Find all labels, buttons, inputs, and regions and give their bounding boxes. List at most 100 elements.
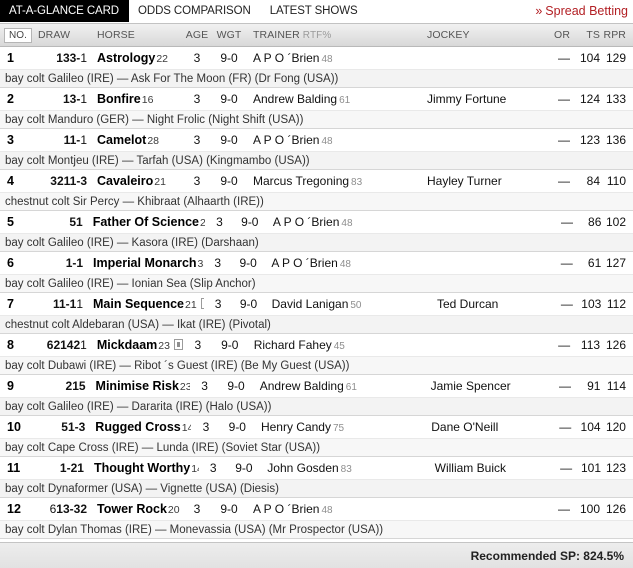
runner-horse-cell: Bonfire16 — [94, 92, 182, 106]
runner-rpr: 112 — [606, 297, 627, 311]
runner-rpr: 102 — [605, 215, 626, 229]
runner-draw-form: 613-32 — [32, 502, 94, 516]
jockey-name-link[interactable]: Hayley Turner — [427, 174, 502, 188]
runner-pedigree-line: bay colt Dubawi (IRE) — Ribot ´s Guest (… — [0, 356, 633, 374]
runner-trainer-cell: Marcus Tregoning 83 — [246, 174, 426, 188]
table-row[interactable]: 8 621421 Mickdaam23 3 9-0 Richard Fahey 45—113… — [0, 334, 633, 375]
runner-draw-form: 621421 — [32, 338, 94, 352]
draw-form-bold: 11- — [63, 133, 81, 147]
table-row[interactable]: 12 613-32 Tower Rock20 3 9-0 A P O ´Brien 48—1… — [0, 498, 633, 539]
recommended-sp-label: Recommended SP: 824.5% — [470, 548, 624, 563]
trainer-rtf-pct: 48 — [321, 54, 333, 65]
horse-name-link[interactable]: Cavaleiro — [97, 174, 153, 188]
table-row[interactable]: 111-21Thought Worthy1439-0John Gosden83W… — [0, 457, 633, 498]
runner-number: 11 — [7, 461, 21, 475]
horse-name-link[interactable]: Imperial Monarch — [93, 256, 197, 270]
spread-betting-link[interactable]: » Spread Betting — [535, 0, 633, 22]
column-header-rpr[interactable]: RPR — [600, 29, 633, 41]
runner-draw-form: 1-1 — [31, 256, 90, 270]
trainer-rtf-pct: 61 — [339, 95, 351, 106]
column-header-draw[interactable]: DRAW — [32, 29, 94, 41]
runner-draw-form: 13-1 — [32, 92, 94, 106]
horse-name-link[interactable]: Father Of Science — [93, 215, 199, 229]
jockey-name-link[interactable]: Jamie Spencer — [431, 379, 511, 393]
runner-or: — — [558, 133, 570, 147]
table-row[interactable]: 1 133-1 Astrology22 3 9-0 A P O ´Brien 48—104 1… — [0, 47, 633, 88]
days-since-run: 14 — [191, 463, 199, 475]
jockey-name-link[interactable]: Dane O'Neill — [431, 420, 498, 434]
table-row[interactable]: 9 215 Minimise Risk23 3 9-0 Andrew Balding 61 J… — [0, 375, 633, 416]
column-header-trainer-label: TRAINER — [253, 29, 300, 41]
runner-age: 3 — [193, 174, 201, 188]
column-header-or[interactable]: OR — [536, 29, 570, 41]
runner-rpr: 120 — [605, 420, 626, 434]
trainer-name-link[interactable]: A P O ´Brien — [253, 133, 319, 147]
draw-form-bold: 215 — [65, 379, 86, 393]
runner-rpr: 136 — [605, 133, 626, 147]
runner-age: 3 — [193, 502, 201, 516]
trainer-name-link[interactable]: A P O ´Brien — [271, 256, 337, 270]
runner-ts: 103 — [581, 297, 602, 311]
table-row[interactable]: 3 11-1 Camelot28 3 9-0 A P O ´Brien 48—123 136 b… — [0, 129, 633, 170]
table-row[interactable]: 6 1-1 Imperial Monarch35 3 9-0 A P O ´Brien48… — [0, 252, 633, 293]
runner-ts: 84 — [586, 174, 600, 188]
runner-trainer-cell: Andrew Balding 61 — [253, 379, 430, 393]
column-header-trainer[interactable]: TRAINER RTF% — [246, 29, 426, 41]
runner-age: 3 — [193, 51, 201, 65]
runner-or: — — [561, 215, 573, 229]
runner-horse-cell: Imperial Monarch35 — [90, 256, 203, 270]
tab-at-a-glance-card[interactable]: AT-A-GLANCE CARD — [0, 0, 130, 22]
runner-draw-form: 51 — [31, 215, 90, 229]
days-since-run: 14 — [181, 422, 192, 434]
horse-name-link[interactable]: Main Sequence — [93, 297, 184, 311]
runner-number: 2 — [7, 92, 14, 106]
trainer-rtf-pct: 50 — [350, 300, 362, 311]
trainer-name-link[interactable]: Andrew Balding — [253, 92, 337, 106]
trainer-name-link[interactable]: A P O ´Brien — [253, 51, 319, 65]
trainer-name-link[interactable]: Henry Candy — [261, 420, 331, 434]
trainer-name-link[interactable]: Marcus Tregoning — [253, 174, 349, 188]
runner-main-line: 2 13-1 Bonfire16 3 9-0 Andrew Balding 61 Jimmy … — [0, 88, 633, 110]
column-header-horse[interactable]: HORSE — [94, 29, 182, 41]
column-header-jockey[interactable]: JOCKEY — [426, 29, 536, 41]
runner-age: 3 — [193, 92, 201, 106]
runner-weight: 9-0 — [241, 215, 259, 229]
trainer-name-link[interactable]: A P O ´Brien — [253, 502, 319, 516]
trainer-name-link[interactable]: David Lanigan — [272, 297, 349, 311]
runner-ts: 91 — [587, 379, 601, 393]
column-header-ts[interactable]: TS — [570, 29, 600, 41]
column-header-wgt[interactable]: WGT — [212, 29, 246, 41]
horse-name-link[interactable]: Rugged Cross — [95, 420, 180, 434]
horse-name-link[interactable]: Camelot — [97, 133, 146, 147]
tab-odds-comparison[interactable]: ODDS COMPARISON — [129, 0, 261, 22]
runner-rpr: 114 — [606, 379, 626, 393]
runner-ts: 100 — [579, 502, 600, 516]
column-header-age[interactable]: AGE — [182, 29, 212, 41]
trainer-name-link[interactable]: Andrew Balding — [260, 379, 344, 393]
table-row[interactable]: 2 13-1 Bonfire16 3 9-0 Andrew Balding 61 Jimmy … — [0, 88, 633, 129]
runners-list: 1 133-1 Astrology22 3 9-0 A P O ´Brien 48—104 1… — [0, 47, 633, 542]
double-chevron-right-icon: » — [535, 3, 543, 18]
jockey-name-link[interactable]: Ted Durcan — [437, 297, 498, 311]
horse-name-link[interactable]: Tower Rock — [97, 502, 167, 516]
runner-weight: 9-0 — [228, 420, 246, 434]
trainer-name-link[interactable]: John Gosden — [267, 461, 338, 475]
table-row[interactable]: 4 3211-3 Cavaleiro21 3 9-0 Marcus Tregoning 83… — [0, 170, 633, 211]
table-row[interactable]: 5 51 Father Of Science24 3 9-0 A P O ´Brien48… — [0, 211, 633, 252]
horse-name-link[interactable]: Thought Worthy — [94, 461, 190, 475]
horse-name-link[interactable]: Astrology — [97, 51, 155, 65]
horse-name-link[interactable]: Minimise Risk — [96, 379, 179, 393]
horse-name-link[interactable]: Mickdaam — [97, 338, 157, 352]
table-row[interactable]: 10 51-3 Rugged Cross14 3 9-0 Henry Candy 75 Dan… — [0, 416, 633, 457]
jockey-name-link[interactable]: Jimmy Fortune — [427, 92, 506, 106]
days-since-run: 28 — [147, 135, 160, 147]
horse-name-link[interactable]: Bonfire — [97, 92, 141, 106]
trainer-name-link[interactable]: Richard Fahey — [254, 338, 332, 352]
runner-number: 8 — [7, 338, 14, 352]
trainer-name-link[interactable]: A P O ´Brien — [273, 215, 339, 229]
column-header-no[interactable]: NO. — [4, 27, 32, 43]
tab-latest-shows[interactable]: LATEST SHOWS — [260, 0, 368, 22]
table-row[interactable]: 7 11-11 Main Sequence21 3 9-0 David Lanigan 50… — [0, 293, 633, 334]
runner-pedigree-line: bay colt Galileo (IRE) — Ionian Sea (Sli… — [0, 274, 633, 292]
jockey-name-link[interactable]: William Buick — [435, 461, 506, 475]
